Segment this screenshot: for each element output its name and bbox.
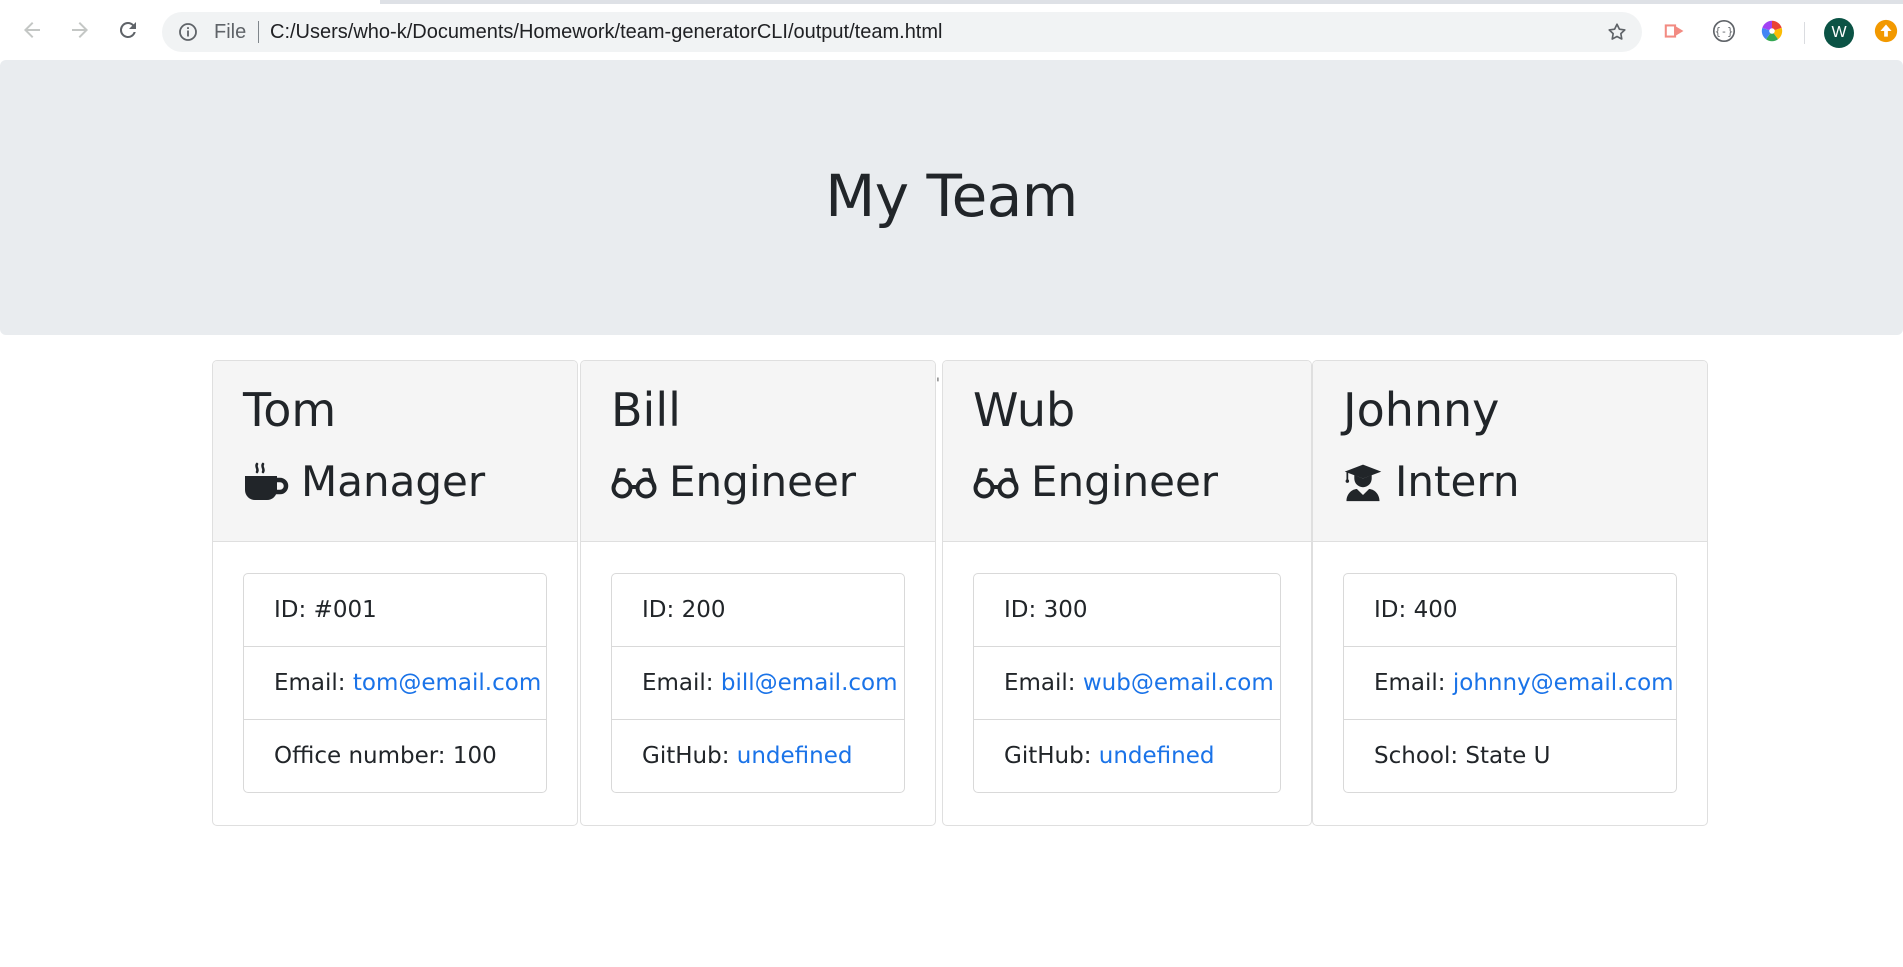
graduate-icon: [1343, 460, 1383, 504]
github-link[interactable]: undefined: [737, 743, 853, 769]
id-label: ID:: [1004, 597, 1037, 623]
email-label: Email:: [274, 670, 346, 696]
jumbotron-header: My Team: [0, 60, 1903, 335]
id-label: ID:: [642, 597, 675, 623]
member-email: Email: wub@email.com: [974, 646, 1280, 719]
forward-button[interactable]: [62, 12, 98, 48]
omnibox-separator: [258, 21, 259, 43]
id-label: ID:: [1374, 597, 1407, 623]
office-number-value: 100: [452, 743, 497, 769]
toolbar-divider: [1804, 22, 1805, 44]
member-role: Engineer: [611, 457, 856, 506]
member-email: Email: johnny@email.com: [1344, 646, 1676, 719]
member-details: ID: 400 Email: johnny@email.com School: …: [1343, 573, 1677, 793]
role-label: Intern: [1395, 457, 1520, 506]
extension-code-button[interactable]: {-}: [1710, 17, 1738, 45]
back-button[interactable]: [14, 12, 50, 48]
team-card-intern: Johnny Intern ID: 400 Email: johnny@emai…: [1312, 360, 1708, 826]
email-label: Email:: [642, 670, 714, 696]
id-value: #001: [313, 597, 377, 623]
member-name: Bill: [611, 383, 681, 437]
school-label: School:: [1374, 743, 1459, 769]
coffee-icon: [243, 460, 289, 504]
browser-toolbar: File C:/Users/who-k/Documents/Homework/t…: [0, 4, 1903, 60]
team-card-manager: Tom Manager ID: #001 Email: tom@email.co…: [212, 360, 578, 826]
code-braces-icon: {-}: [1712, 19, 1736, 43]
member-role: Intern: [1343, 457, 1519, 506]
office-number-label: Office number:: [274, 743, 446, 769]
arrow-right-icon: [72, 22, 88, 38]
id-value: 200: [681, 597, 726, 623]
member-id: ID: 300: [974, 574, 1280, 646]
member-id: ID: 200: [612, 574, 904, 646]
role-label: Manager: [301, 457, 486, 506]
member-github: GitHub: undefined: [612, 719, 904, 792]
team-card-engineer: Wub Engineer ID: 300 Email: wub@email.co…: [942, 360, 1312, 826]
card-header: Bill Engineer: [581, 361, 935, 542]
school-value: State U: [1465, 743, 1551, 769]
github-label: GitHub:: [1004, 743, 1092, 769]
email-label: Email:: [1374, 670, 1446, 696]
glasses-icon: [973, 460, 1019, 504]
member-id: ID: #001: [244, 574, 546, 646]
page-title: My Team: [825, 162, 1078, 230]
member-id: ID: 400: [1344, 574, 1676, 646]
member-email: Email: tom@email.com: [244, 646, 546, 719]
info-icon[interactable]: [178, 22, 198, 42]
extension-cast-button[interactable]: [1662, 17, 1690, 45]
svg-text:{-}: {-}: [1715, 27, 1733, 38]
card-header: Wub Engineer: [943, 361, 1311, 542]
github-link[interactable]: undefined: [1099, 743, 1215, 769]
orange-arrow-icon: [1874, 19, 1898, 43]
email-link[interactable]: wub@email.com: [1083, 670, 1274, 696]
member-name: Johnny: [1343, 383, 1500, 437]
email-link[interactable]: tom@email.com: [353, 670, 541, 696]
stray-mark: ': [936, 376, 940, 392]
team-card-engineer: Bill Engineer ID: 200 Email: bill@email.…: [580, 360, 936, 826]
star-icon[interactable]: [1606, 21, 1628, 43]
glasses-icon: [611, 460, 657, 504]
cast-arrow-icon: [1664, 24, 1684, 38]
id-label: ID:: [274, 597, 307, 623]
member-name: Wub: [973, 383, 1076, 437]
profile-avatar[interactable]: W: [1824, 18, 1854, 48]
member-school: School: State U: [1344, 719, 1676, 792]
arrow-left-icon: [24, 22, 40, 38]
card-header: Tom Manager: [213, 361, 577, 542]
scheme-label: File: [214, 21, 247, 43]
role-label: Engineer: [1031, 457, 1219, 506]
member-email: Email: bill@email.com: [612, 646, 904, 719]
color-wheel-icon: [1761, 20, 1783, 42]
member-details: ID: #001 Email: tom@email.com Office num…: [243, 573, 547, 793]
member-details: ID: 200 Email: bill@email.com GitHub: un…: [611, 573, 905, 793]
card-header: Johnny Intern: [1313, 361, 1707, 542]
email-label: Email:: [1004, 670, 1076, 696]
email-link[interactable]: bill@email.com: [721, 670, 898, 696]
id-value: 400: [1413, 597, 1458, 623]
github-label: GitHub:: [642, 743, 730, 769]
member-office-number: Office number: 100: [244, 719, 546, 792]
member-role: Manager: [243, 457, 485, 506]
member-github: GitHub: undefined: [974, 719, 1280, 792]
email-link[interactable]: johnny@email.com: [1453, 670, 1674, 696]
member-name: Tom: [243, 383, 337, 437]
role-label: Engineer: [669, 457, 857, 506]
url-text[interactable]: C:/Users/who-k/Documents/Homework/team-g…: [270, 21, 942, 44]
reload-button[interactable]: [110, 12, 146, 48]
member-details: ID: 300 Email: wub@email.com GitHub: und…: [973, 573, 1281, 793]
id-value: 300: [1043, 597, 1088, 623]
member-role: Engineer: [973, 457, 1218, 506]
reload-icon: [119, 21, 136, 38]
extension-orange-button[interactable]: [1872, 17, 1900, 45]
extension-color-button[interactable]: [1758, 17, 1786, 45]
address-bar[interactable]: File C:/Users/who-k/Documents/Homework/t…: [162, 12, 1642, 52]
